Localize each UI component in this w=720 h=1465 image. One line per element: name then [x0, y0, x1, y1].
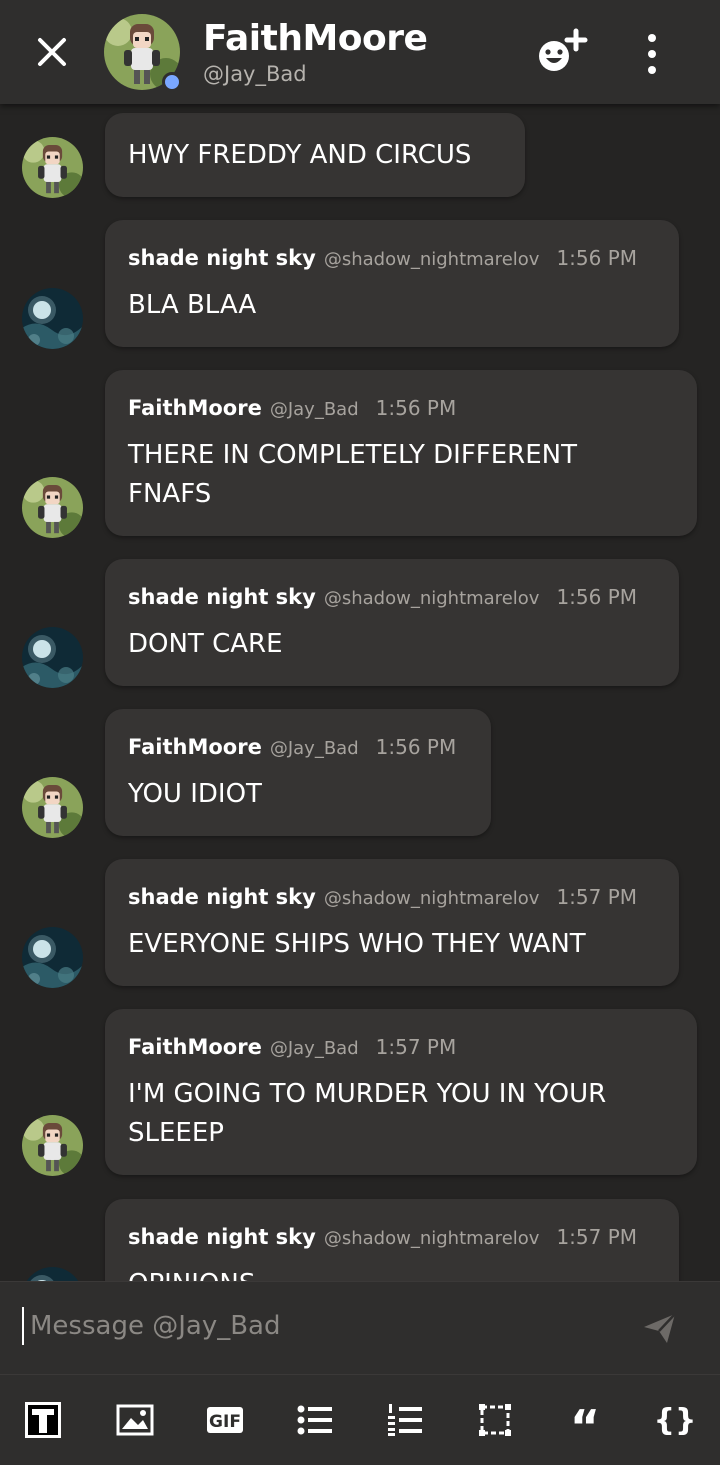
message-handle: @Jay_Bad	[269, 399, 359, 420]
message-bubble[interactable]: FaithMoore @Jay_Bad 1:56 PM THERE IN COM…	[105, 370, 697, 536]
spoiler-button[interactable]	[474, 1399, 516, 1441]
spoiler-icon	[479, 1404, 511, 1436]
message-author[interactable]: shade night sky	[128, 585, 316, 609]
quote-button[interactable]: “	[564, 1399, 606, 1450]
text-caret	[22, 1307, 24, 1345]
message-text: EVERYONE SHIPS WHO THEY WANT	[128, 929, 586, 959]
message-meta: shade night sky @shadow_nightmarelov 1:5…	[128, 246, 637, 270]
avatar[interactable]	[22, 927, 83, 988]
chat-handle: @Jay_Bad	[203, 62, 307, 86]
bullet-list-button[interactable]	[294, 1399, 336, 1441]
message-bubble[interactable]: shade night sky @shadow_nightmarelov 1:5…	[105, 859, 679, 986]
message-text: I'M GOING TO MURDER YOU IN YOUR SLEEEP	[128, 1079, 607, 1148]
numbered-list-icon	[388, 1404, 422, 1436]
emoji-add-icon	[539, 28, 588, 71]
message-bubble[interactable]: HWY FREDDY AND CIRCUS	[105, 113, 525, 197]
message-handle: @shadow_nightmarelov	[323, 249, 540, 270]
message-author[interactable]: FaithMoore	[128, 1035, 262, 1059]
avatar[interactable]	[22, 1267, 83, 1281]
message-time: 1:56 PM	[556, 246, 638, 270]
message-handle: @shadow_nightmarelov	[323, 888, 540, 909]
message-text: HWY FREDDY AND CIRCUS	[128, 140, 472, 170]
gif-icon: GIF	[207, 1407, 243, 1433]
message-input[interactable]	[30, 1304, 610, 1348]
close-icon	[38, 38, 66, 66]
message-meta: shade night sky @shadow_nightmarelov 1:5…	[128, 585, 637, 609]
more-options-button[interactable]	[636, 34, 668, 74]
message-time: 1:56 PM	[375, 735, 457, 759]
message-text: BLA BLAA	[128, 290, 257, 320]
message-text: DONT CARE	[128, 629, 283, 659]
message-meta: FaithMoore @Jay_Bad 1:56 PM	[128, 735, 456, 759]
code-button[interactable]: {}	[653, 1399, 697, 1441]
avatar[interactable]	[22, 288, 83, 349]
image-icon	[116, 1404, 154, 1436]
message-list[interactable]: HWY FREDDY AND CIRCUS shade night sky @s…	[0, 104, 720, 1281]
avatar[interactable]	[22, 1115, 83, 1176]
message-meta: shade night sky @shadow_nightmarelov 1:5…	[128, 885, 637, 909]
formatting-toolbar: GIF “ {}	[0, 1375, 720, 1465]
chat-header: FaithMoore @Jay_Bad	[0, 0, 720, 104]
text-format-icon	[25, 1402, 61, 1438]
avatar[interactable]	[22, 137, 83, 198]
image-button[interactable]	[114, 1399, 156, 1441]
avatar[interactable]	[22, 477, 83, 538]
send-button[interactable]	[640, 1308, 680, 1348]
quote-icon: “	[569, 1400, 601, 1454]
message-bubble[interactable]: shade night sky @shadow_nightmarelov 1:5…	[105, 220, 679, 347]
message-handle: @Jay_Bad	[269, 738, 359, 759]
add-reaction-button[interactable]	[534, 28, 590, 78]
code-icon: {}	[653, 1402, 697, 1438]
gif-label: GIF	[209, 1412, 241, 1432]
message-author[interactable]: shade night sky	[128, 1225, 316, 1249]
message-bubble[interactable]: shade night sky @shadow_nightmarelov 1:5…	[105, 1199, 679, 1281]
message-bubble[interactable]: FaithMoore @Jay_Bad 1:57 PM I'M GOING TO…	[105, 1009, 697, 1175]
message-author[interactable]: shade night sky	[128, 246, 316, 270]
message-bubble[interactable]: shade night sky @shadow_nightmarelov 1:5…	[105, 559, 679, 686]
send-icon	[644, 1313, 676, 1343]
gif-button[interactable]: GIF	[204, 1399, 246, 1441]
message-time: 1:57 PM	[375, 1035, 457, 1059]
message-meta: FaithMoore @Jay_Bad 1:56 PM	[128, 396, 456, 420]
message-time: 1:56 PM	[556, 585, 638, 609]
message-time: 1:57 PM	[556, 885, 638, 909]
online-status-dot	[162, 72, 182, 92]
avatar[interactable]	[22, 627, 83, 688]
bullet-list-icon	[297, 1405, 332, 1435]
message-bubble[interactable]: FaithMoore @Jay_Bad 1:56 PM YOU IDIOT	[105, 709, 491, 836]
message-time: 1:57 PM	[556, 1225, 638, 1249]
numbered-list-button[interactable]	[384, 1399, 426, 1441]
message-composer	[0, 1281, 720, 1375]
message-handle: @shadow_nightmarelov	[323, 1228, 540, 1249]
message-meta: shade night sky @shadow_nightmarelov 1:5…	[128, 1225, 637, 1249]
message-author[interactable]: FaithMoore	[128, 735, 262, 759]
message-meta: FaithMoore @Jay_Bad 1:57 PM	[128, 1035, 456, 1059]
message-handle: @Jay_Bad	[269, 1038, 359, 1059]
text-format-button[interactable]	[22, 1399, 64, 1441]
message-handle: @shadow_nightmarelov	[323, 588, 540, 609]
message-text: YOU IDIOT	[128, 779, 262, 809]
close-button[interactable]	[30, 30, 74, 74]
message-author[interactable]: shade night sky	[128, 885, 316, 909]
chat-title: FaithMoore	[203, 18, 428, 59]
message-author[interactable]: FaithMoore	[128, 396, 262, 420]
more-vertical-icon	[648, 34, 656, 42]
message-text: THERE IN COMPLETELY DIFFERENT FNAFS	[128, 440, 577, 509]
avatar[interactable]	[22, 777, 83, 838]
message-text: OPINIONS	[128, 1265, 255, 1281]
message-time: 1:56 PM	[375, 396, 457, 420]
